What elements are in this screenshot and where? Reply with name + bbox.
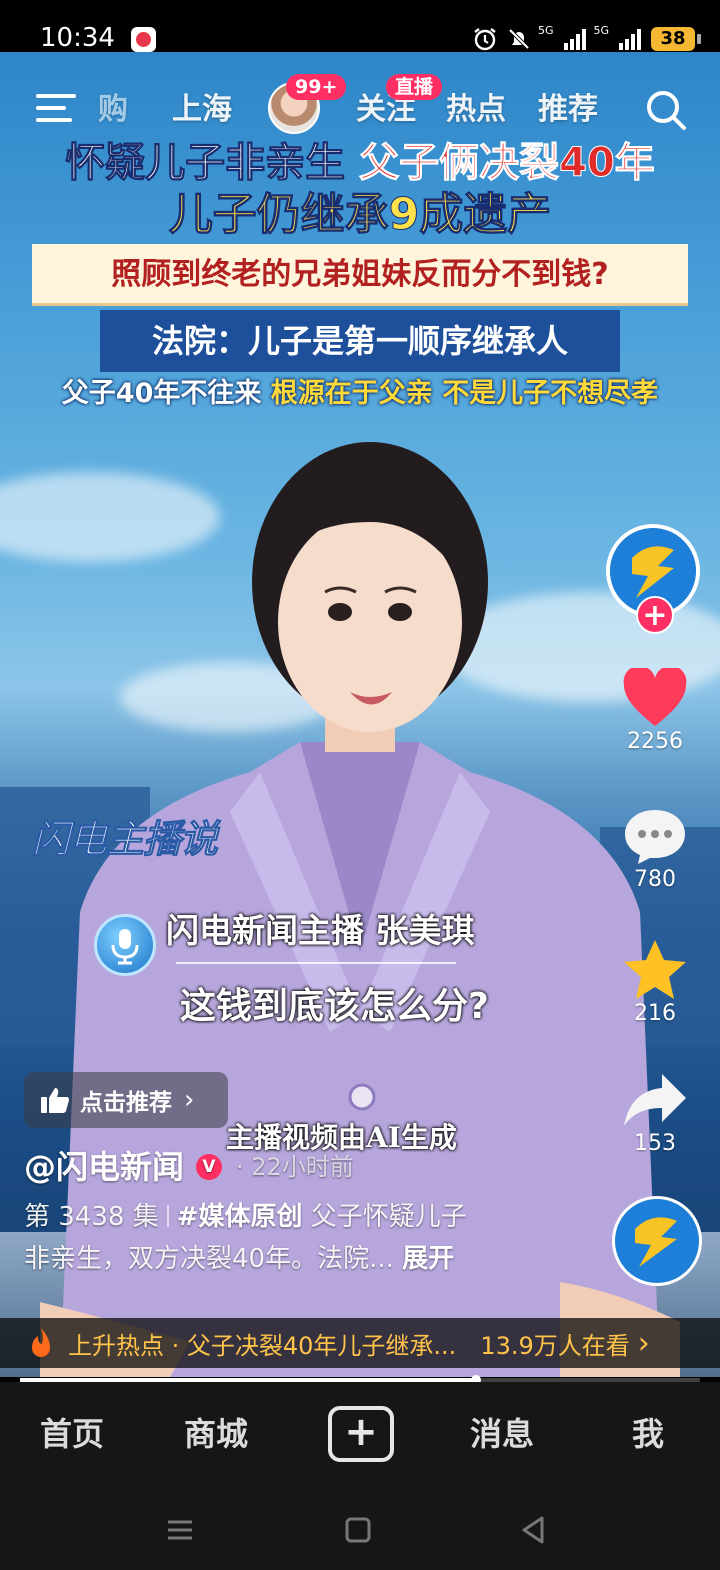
court-banner: 法院：儿子是第一顺序继承人 [100, 310, 620, 372]
headline-5-part-2: 根源在于父亲 [270, 378, 433, 409]
home-square-icon[interactable] [338, 1510, 378, 1550]
headline-banner: 照顾到终老的兄弟姐妹反而分不到钱? [32, 244, 688, 306]
headline-red-text: 父子俩决裂40年 [359, 140, 656, 187]
expand-button[interactable]: 展开 [402, 1244, 454, 1274]
video-player[interactable]: 购 上海 99+ 关注 直播 热点 推荐 怀疑儿子非亲生 父子俩决裂40年 儿子… [0, 52, 720, 1377]
status-time: 10:34 [40, 23, 115, 53]
comment-button[interactable]: 780 [610, 806, 700, 894]
favorite-count: 216 [634, 1001, 676, 1026]
headline-5-part-3: 不是儿子不想尽孝 [442, 378, 659, 409]
post-author[interactable]: @闪电新闻 V · 22小时前 [24, 1146, 354, 1188]
create-button[interactable]: + [328, 1406, 394, 1462]
like-count: 2256 [627, 729, 683, 754]
author-name[interactable]: @闪电新闻 [24, 1146, 184, 1188]
post-time: · 22小时前 [236, 1153, 354, 1181]
divider [166, 1205, 169, 1227]
menu-icon[interactable] [36, 94, 76, 124]
status-bar: 10:34 5G 5G 38 [0, 0, 720, 52]
tab-shanghai[interactable]: 上海 [172, 90, 232, 130]
verified-icon: V [196, 1154, 223, 1180]
nav-home[interactable]: 首页 [40, 1412, 104, 1456]
back-icon[interactable] [514, 1510, 554, 1550]
comment-icon [625, 810, 685, 864]
caption-divider [176, 962, 456, 964]
post-description[interactable]: 第 3438 集 #媒体原创 父子怀疑儿子 非亲生，双方决裂40年。法院... 展… [24, 1196, 544, 1280]
mute-bell-icon [508, 28, 530, 50]
network-label-2: 5G [593, 24, 610, 37]
top-navigation: 购 上海 99+ 关注 直播 热点 推荐 [0, 74, 720, 140]
headline-white-text: 怀疑儿子非亲生 [65, 140, 346, 187]
network-label-1: 5G [538, 24, 554, 37]
live-badge: 直播 [386, 74, 443, 100]
status-icons: 5G 5G 38 [464, 24, 702, 54]
recommend-button[interactable]: 点击推荐 › [24, 1072, 228, 1128]
tab-recommend[interactable]: 推荐 [538, 90, 598, 130]
description-line-2: 非亲生，双方决裂40年。法院... [24, 1244, 394, 1274]
microphone-icon [94, 914, 156, 976]
chevron-right-icon: › [184, 1085, 195, 1115]
hot-topic-text: 上升热点 · 父子决裂40年儿子继承... [68, 1331, 457, 1360]
description-line-1: 父子怀疑儿子 [310, 1202, 467, 1232]
brand-logo: 闪电主播说 [31, 817, 218, 862]
star-icon [624, 940, 686, 999]
video-subtitle: 这钱到底该怎么分? [180, 986, 489, 1027]
nav-messages[interactable]: 消息 [470, 1412, 534, 1456]
lightning-logo-icon [635, 1217, 677, 1267]
comment-count: 780 [634, 867, 676, 892]
viewer-count: 13.9万人在看 [480, 1331, 630, 1360]
nav-mall[interactable]: 商城 [184, 1412, 248, 1456]
signal-icon [563, 29, 586, 50]
share-button[interactable]: 153 [610, 1070, 700, 1158]
share-count: 153 [634, 1131, 676, 1156]
follow-button[interactable]: + [636, 596, 674, 634]
screen-record-icon [131, 27, 156, 52]
menu-icon[interactable] [160, 1510, 200, 1550]
battery-indicator: 38 [651, 27, 702, 51]
nav-me[interactable]: 我 [632, 1412, 664, 1456]
headline-line-2: 儿子仍继承9成遗产 [168, 189, 552, 241]
alarm-icon [474, 28, 496, 51]
headline-5-part-1: 父子40年不往来 [61, 378, 262, 409]
favorite-button[interactable]: 216 [610, 938, 700, 1028]
bottom-navigation: 首页 商城 + 消息 我 [0, 1382, 720, 1488]
flame-icon [32, 1328, 50, 1357]
recommend-label: 点击推荐 [80, 1090, 172, 1116]
tab-hot[interactable]: 热点 [446, 90, 506, 130]
heart-icon [623, 668, 687, 726]
headline-line-5: 父子40年不往来 根源在于父亲 不是儿子不想尽孝 [0, 372, 720, 416]
tab-shopping[interactable]: 购 [98, 90, 128, 130]
headline-line-1: 怀疑儿子非亲生 父子俩决裂40年 [0, 138, 720, 188]
hot-topic-bar[interactable]: 上升热点 · 父子决裂40年儿子继承... 13.9万人在看 › [0, 1318, 720, 1368]
notification-badge: 99+ [286, 74, 347, 100]
music-disc-button[interactable] [612, 1196, 702, 1286]
thumbs-up-icon [41, 1088, 69, 1113]
anchor-caption: 闪电新闻主播 张美琪 [166, 911, 475, 950]
system-navigation [0, 1488, 720, 1570]
chevron-right-icon: › [637, 1325, 650, 1361]
signal-icon-2 [619, 29, 642, 50]
episode-number: 第 3438 集 [24, 1202, 159, 1232]
search-icon[interactable] [644, 88, 688, 132]
hashtag[interactable]: #媒体原创 [177, 1202, 303, 1232]
like-button[interactable]: 2256 [610, 668, 700, 756]
share-icon [624, 1074, 686, 1126]
